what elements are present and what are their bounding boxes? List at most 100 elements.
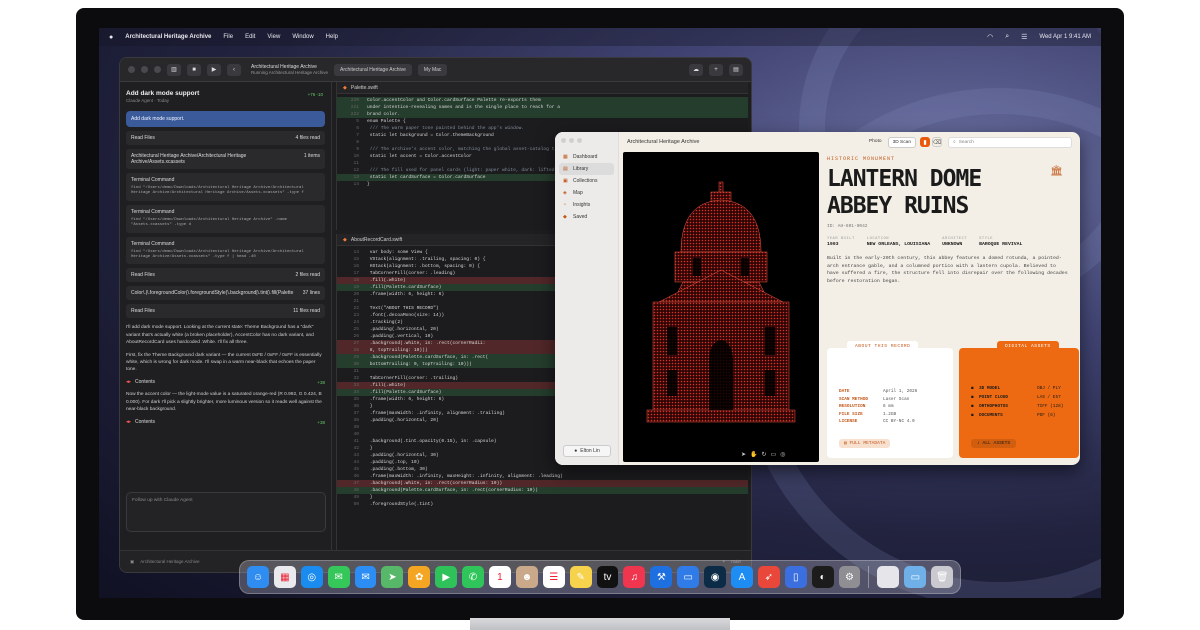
measure-tool-icon[interactable]: ▭ — [771, 451, 777, 458]
search-card[interactable]: Architectural Heritage Archive/Architect… — [126, 149, 325, 169]
close-window-button[interactable] — [561, 138, 566, 143]
control-center-icon[interactable]: ☰ — [1021, 33, 1027, 41]
asset-row[interactable]: ◼ POINT CLOUD LAS / E57 — [971, 393, 1063, 402]
keynote-icon[interactable]: ▭ — [677, 566, 700, 588]
menu-view[interactable]: View — [267, 34, 280, 40]
debug-icon[interactable]: ▣ — [130, 559, 134, 565]
target-tool-icon[interactable]: ◎ — [780, 451, 785, 458]
segment-photo[interactable]: Photo — [865, 137, 886, 148]
sidebar-item-saved[interactable]: ◆ Saved — [559, 211, 614, 223]
scan-viewer[interactable]: ➤ ✋ ↻ ▭ ◎ — [623, 152, 819, 462]
xcode-icon[interactable]: ⚒ — [650, 566, 673, 588]
library-button-icon[interactable]: + — [709, 63, 723, 76]
chat-placeholder: Follow up with Claude Agent — [132, 498, 193, 503]
terminal-card[interactable]: Terminal Command find "/Users/demo/Downl… — [126, 236, 325, 265]
editor-tab[interactable]: ◆ Palette.swift — [337, 82, 748, 94]
music-icon[interactable]: ♫ — [623, 566, 646, 588]
asset-row[interactable]: ◼ ORTHOPHOTOS TIFF (128) — [971, 402, 1063, 411]
terminal-card[interactable]: Terminal Command find "/Users/demo/Downl… — [126, 173, 325, 201]
menu-app-name[interactable]: Architectural Heritage Archive — [125, 34, 211, 40]
notes-icon[interactable]: ✎ — [569, 566, 592, 588]
asset-row[interactable]: ◼ 3D MODEL OBJ / PLY — [971, 384, 1063, 393]
tab-project[interactable]: Architectural Heritage Archive — [334, 63, 412, 76]
zoom-window-button[interactable] — [577, 138, 582, 143]
photos-icon[interactable]: ✿ — [408, 566, 431, 588]
apple-icon[interactable]: ● — [109, 34, 113, 41]
maps-icon[interactable]: ➤ — [381, 566, 404, 588]
segment-3d-scan[interactable]: 3D Scan — [887, 136, 916, 148]
close-window-button[interactable] — [128, 66, 135, 73]
chat-input[interactable]: Follow up with Claude Agent — [126, 492, 326, 532]
code-text: Text("ABOUT THIS RECORD") — [367, 306, 439, 311]
menu-file[interactable]: File — [223, 34, 233, 40]
about-record-tab[interactable]: ABOUT THIS RECORD — [847, 341, 919, 352]
search-icon[interactable]: ⌕ — [1005, 33, 1009, 41]
instruments-icon[interactable]: ◉ — [704, 566, 727, 588]
sidebar-item-insights[interactable]: ◔ Insights — [559, 199, 614, 211]
run-button[interactable]: ▶ — [207, 63, 221, 76]
sidebar-item-map[interactable]: ◈ Map — [559, 187, 614, 199]
minimize-window-button[interactable] — [569, 138, 574, 143]
search-field[interactable]: ⌕ Search — [948, 136, 1072, 148]
nav-back-icon[interactable]: ‹ — [227, 63, 241, 76]
asset-row[interactable]: ◼ DOCUMENTS PDF (6) — [971, 411, 1063, 420]
hand-tool-icon[interactable]: ✋ — [750, 451, 757, 458]
phone-icon[interactable]: ✆ — [462, 566, 485, 588]
finder-icon[interactable]: ☺ — [247, 566, 269, 588]
trash-icon[interactable]: 🗑 — [931, 566, 954, 588]
settings-icon[interactable]: ⚙ — [838, 566, 861, 588]
contents-diff-row[interactable]: ◂▸ Contents +38 — [126, 379, 325, 385]
menu-edit[interactable]: Edit — [245, 34, 255, 40]
user-button[interactable]: ● Elton Lin — [563, 445, 611, 457]
terminal-card[interactable]: Terminal Command find "/Users/demo/Downl… — [126, 204, 325, 233]
minimize-window-button[interactable] — [141, 66, 148, 73]
read-files-card[interactable]: Read Files 4 files read — [126, 131, 325, 145]
all-assets-label: ALL ASSETS — [982, 441, 1011, 446]
all-assets-button[interactable]: ⇩ ALL ASSETS — [971, 439, 1017, 448]
code-text: .frame(width: 6, height: 6) — [367, 397, 445, 402]
stop-button[interactable]: ■ — [187, 63, 201, 76]
code-text: TabCornerFill(corner: .leading) — [367, 271, 456, 276]
mail-icon[interactable]: ✉ — [354, 566, 377, 588]
safari-icon[interactable]: ◎ — [300, 566, 323, 588]
sidebar-item-library[interactable]: ▤ Library — [559, 163, 614, 175]
read-files-card[interactable]: Read Files 11 files read — [126, 304, 325, 319]
bookmark-button[interactable]: ▮ — [920, 137, 930, 147]
cloud-icon[interactable]: ☁ — [689, 63, 703, 76]
inspector-toggle-icon[interactable]: ▤ — [729, 63, 743, 76]
pointer-tool-icon[interactable]: ➤ — [741, 451, 746, 458]
scheme-status[interactable]: Architectural Heritage Archive Running A… — [251, 64, 328, 75]
line-number: 15 — [353, 257, 359, 262]
preview-icon[interactable]: ◐ — [811, 566, 834, 588]
metadata-value: Laser Scan — [883, 396, 910, 402]
archive-app-icon[interactable]: ▯ — [784, 566, 807, 588]
code-text: brand color. — [367, 112, 401, 117]
menu-window[interactable]: Window — [292, 34, 313, 40]
sidebar-toggle-icon[interactable]: ▥ — [167, 63, 181, 76]
reminders-icon[interactable]: ☰ — [542, 566, 565, 588]
digital-assets-tab[interactable]: DIGITAL ASSETS — [997, 341, 1059, 352]
contacts-icon[interactable]: ☻ — [515, 566, 538, 588]
zoom-window-button[interactable] — [154, 66, 161, 73]
full-metadata-button[interactable]: ▤ FULL METADATA — [839, 439, 891, 448]
rotate-tool-icon[interactable]: ↻ — [762, 451, 767, 458]
search-card[interactable]: Color\.|\.foregroundColor(\.foregroundSt… — [126, 286, 325, 301]
tv-icon[interactable]: tv — [596, 566, 619, 588]
read-files-card[interactable]: Read Files 2 files read — [126, 268, 325, 283]
wifi-icon[interactable]: ◠ — [987, 33, 993, 41]
sidebar-item-collections[interactable]: ▣ Collections — [559, 175, 614, 187]
downloads-folder-icon[interactable]: ▭ — [904, 566, 927, 588]
messages-icon[interactable]: ✉ — [327, 566, 350, 588]
sidebar-item-dashboard[interactable]: ▦ Dashboard — [559, 151, 614, 163]
app-store-icon[interactable]: A — [731, 566, 753, 588]
tab-device[interactable]: My Mac — [417, 63, 448, 76]
delete-button[interactable]: ⌫ — [932, 137, 942, 147]
launchpad-icon[interactable]: ▦ — [273, 566, 296, 588]
blank-app-icon[interactable] — [877, 566, 900, 588]
menu-help[interactable]: Help — [326, 34, 338, 40]
facetime-icon[interactable]: ▶ — [435, 566, 458, 588]
menu-clock[interactable]: Wed Apr 1 9:41 AM — [1039, 34, 1091, 40]
rocket-icon[interactable]: ➶ — [757, 566, 780, 588]
contents-diff-row[interactable]: ◂▸ Contents +38 — [126, 419, 325, 425]
calendar-icon[interactable]: 1 — [489, 566, 511, 588]
